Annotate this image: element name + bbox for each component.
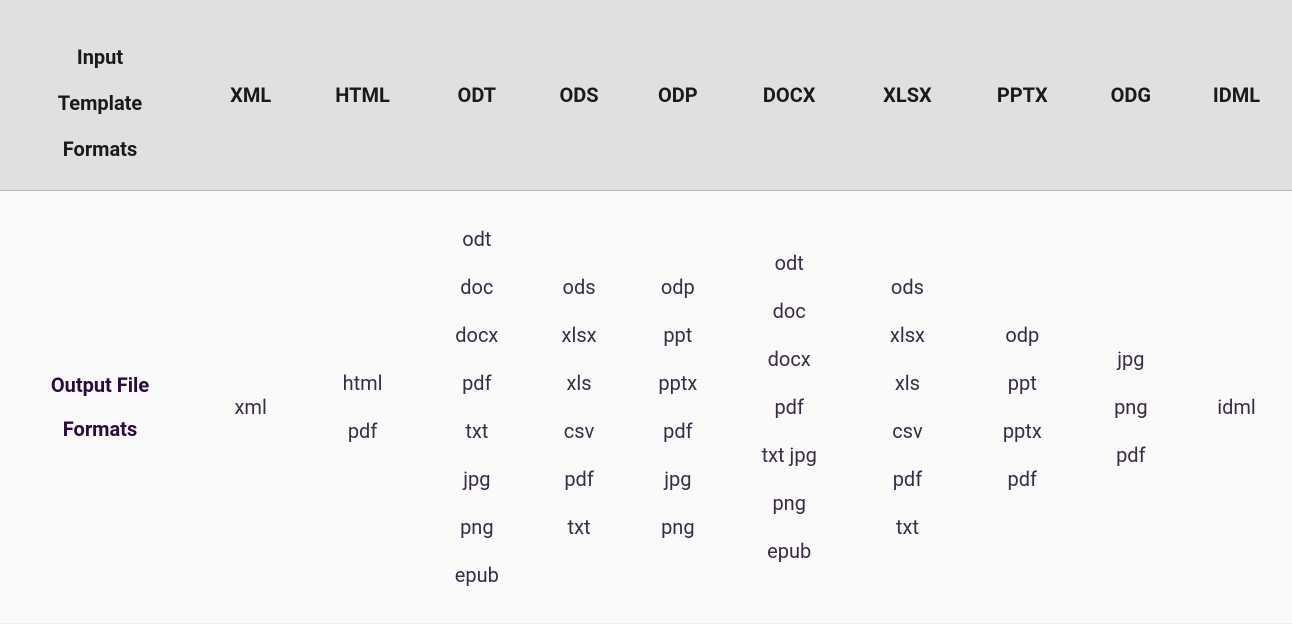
cell-list: htmlpdf: [313, 359, 411, 455]
cell-list: odsxlsxxlscsvpdftxt: [863, 263, 952, 551]
cell-item: xlsx: [562, 311, 597, 359]
cell-idml: idml: [1181, 191, 1292, 624]
cell-odt: odtdocdocxpdftxtjpgpngepub: [424, 191, 530, 624]
cell-item: pdf: [564, 455, 593, 503]
cell-item: xml: [235, 383, 267, 431]
cell-item: jpg: [1117, 335, 1144, 383]
cell-item: pdf: [348, 407, 377, 455]
cell-list: odtdocdocxpdftxt jpgpngepub: [739, 239, 838, 575]
cell-item: odt: [775, 239, 804, 287]
cell-item: xls: [895, 359, 920, 407]
cell-item: pptx: [1003, 407, 1042, 455]
cell-xml: xml: [200, 191, 301, 624]
cell-list: odppptpptxpdf: [976, 311, 1069, 503]
cell-item: pdf: [774, 383, 803, 431]
cell-item: doc: [773, 287, 806, 335]
cell-item: odt: [462, 215, 491, 263]
cell-item: csv: [564, 407, 594, 455]
cell-item: epub: [455, 551, 499, 599]
col-odt: ODT: [424, 0, 530, 191]
col-pptx: PPTX: [964, 0, 1081, 191]
cell-docx: odtdocdocxpdftxt jpgpngepub: [727, 191, 850, 624]
cell-item: epub: [767, 527, 811, 575]
col-xlsx: XLSX: [851, 0, 964, 191]
cell-item: xls: [566, 359, 591, 407]
cell-item: jpg: [463, 455, 490, 503]
header-row-label: Input Template Formats: [0, 0, 200, 191]
formats-table-container: Input Template Formats XML HTML ODT ODS …: [0, 0, 1292, 624]
cell-item: ods: [891, 263, 924, 311]
cell-item: xlsx: [890, 311, 925, 359]
cell-item: png: [661, 503, 695, 551]
col-docx: DOCX: [727, 0, 850, 191]
cell-item: png: [460, 503, 494, 551]
cell-pptx: odppptpptxpdf: [964, 191, 1081, 624]
cell-item: txt: [568, 503, 591, 551]
cell-item: pdf: [663, 407, 692, 455]
col-ods: ODS: [530, 0, 628, 191]
cell-list: idml: [1193, 383, 1280, 431]
cell-item: html: [343, 359, 383, 407]
formats-table: Input Template Formats XML HTML ODT ODS …: [0, 0, 1292, 624]
cell-item: docx: [768, 335, 811, 383]
cell-item: pptx: [658, 359, 697, 407]
row-label: Output File Formats: [0, 191, 200, 624]
cell-item: png: [1114, 383, 1148, 431]
col-odg: ODG: [1081, 0, 1181, 191]
cell-item: png: [772, 479, 806, 527]
cell-item: idml: [1217, 383, 1256, 431]
cell-item: pdf: [893, 455, 922, 503]
table-row: Output File Formats xml htmlpdf odtdocdo…: [0, 191, 1292, 624]
cell-item: txt: [465, 407, 488, 455]
cell-list: jpgpngpdf: [1093, 335, 1169, 479]
cell-list: xml: [212, 383, 289, 431]
table-header-row: Input Template Formats XML HTML ODT ODS …: [0, 0, 1292, 191]
cell-item: txt jpg: [762, 431, 817, 479]
col-odp: ODP: [628, 0, 727, 191]
cell-item: pdf: [1116, 431, 1145, 479]
cell-item: ppt: [1008, 359, 1037, 407]
col-xml: XML: [200, 0, 301, 191]
cell-item: doc: [460, 263, 493, 311]
cell-item: pdf: [462, 359, 491, 407]
cell-item: odp: [661, 263, 695, 311]
cell-list: odsxlsxxlscsvpdftxt: [542, 263, 616, 551]
cell-list: odtdocdocxpdftxtjpgpngepub: [436, 215, 518, 599]
cell-html: htmlpdf: [301, 191, 423, 624]
cell-odg: jpgpngpdf: [1081, 191, 1181, 624]
cell-item: docx: [455, 311, 498, 359]
cell-item: txt: [896, 503, 919, 551]
cell-list: odppptpptxpdfjpgpng: [640, 263, 715, 551]
cell-item: pdf: [1008, 455, 1037, 503]
col-idml: IDML: [1181, 0, 1292, 191]
col-html: HTML: [301, 0, 423, 191]
cell-item: ppt: [663, 311, 692, 359]
cell-ods: odsxlsxxlscsvpdftxt: [530, 191, 628, 624]
cell-item: csv: [892, 407, 922, 455]
cell-odp: odppptpptxpdfjpgpng: [628, 191, 727, 624]
cell-item: jpg: [664, 455, 691, 503]
cell-item: ods: [563, 263, 596, 311]
cell-item: odp: [1005, 311, 1039, 359]
cell-xlsx: odsxlsxxlscsvpdftxt: [851, 191, 964, 624]
